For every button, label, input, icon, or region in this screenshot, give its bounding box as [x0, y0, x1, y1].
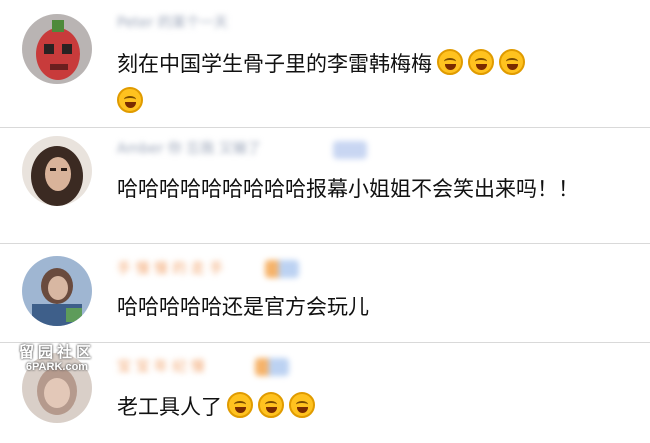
comment-item: 手 慢 慢 的 走 手 哈哈哈哈哈还是官方会玩儿 — [0, 244, 650, 343]
username[interactable]: Peter 的某个一天 — [117, 12, 228, 34]
watermark: 留园社区 6PARK.com — [12, 344, 102, 373]
avatar[interactable] — [22, 14, 92, 84]
comment-item: Amber 你 忘我 又输了 哈哈哈哈哈哈哈哈哈报幕小姐姐不会笑出来吗！！ — [0, 128, 650, 244]
avatar[interactable] — [22, 136, 92, 206]
comment-text: 老工具人了 — [117, 388, 610, 426]
vip-badge — [255, 358, 289, 376]
laugh-cry-emoji-icon — [227, 392, 253, 418]
comment-text: 刻在中国学生骨子里的李雷韩梅梅 — [117, 45, 610, 121]
laugh-cry-emoji-icon — [468, 49, 494, 75]
watermark-line1: 留园社区 — [18, 343, 95, 361]
comment-text-content: 老工具人了 — [117, 395, 222, 419]
vip-badge — [333, 141, 367, 159]
laugh-cry-emoji-icon — [289, 392, 315, 418]
comment-text: 哈哈哈哈哈还是官方会玩儿 — [117, 295, 369, 319]
username[interactable]: 手 慢 慢 的 走 手 — [117, 258, 223, 280]
username[interactable]: Amber 你 忘我 又输了 — [117, 138, 261, 160]
comment-item: Peter 的某个一天 刻在中国学生骨子里的李雷韩梅梅 — [0, 0, 650, 128]
laugh-cry-emoji-icon — [499, 49, 525, 75]
laugh-cry-emoji-icon — [117, 87, 143, 113]
laugh-cry-emoji-icon — [258, 392, 284, 418]
comment-text: 哈哈哈哈哈哈哈哈哈报幕小姐姐不会笑出来吗！！ — [117, 177, 579, 201]
comment-text-content: 刻在中国学生骨子里的李雷韩梅梅 — [117, 52, 432, 76]
laugh-cry-emoji-icon — [437, 49, 463, 75]
username[interactable]: 宝 宝 年 纪 慢 — [117, 356, 205, 378]
vip-badge — [265, 260, 299, 278]
watermark-line2: 6PARK.com — [25, 360, 89, 373]
avatar[interactable] — [22, 256, 92, 326]
